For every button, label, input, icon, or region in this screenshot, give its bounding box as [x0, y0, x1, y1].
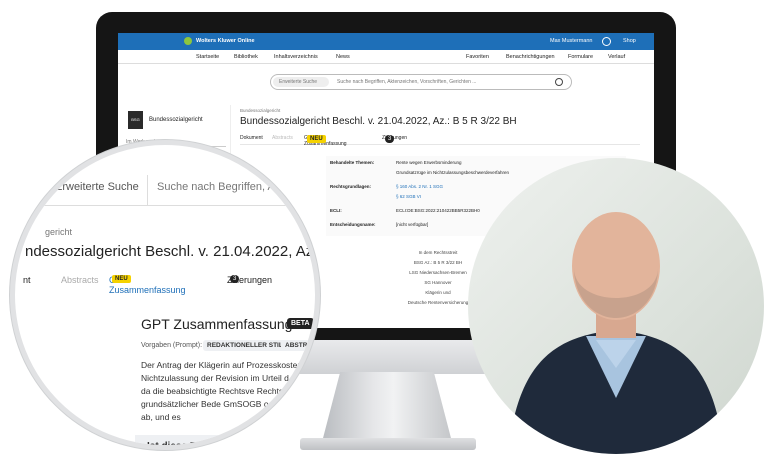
zoom-title: ndessozialgericht Beschl. v. 21.04.2022,…: [25, 243, 314, 260]
brand-name: Wolters Kluwer Online: [196, 38, 255, 44]
meta-legal-label: Rechtsgrundlagen:: [330, 184, 372, 189]
tab-abstracts[interactable]: Abstracts: [272, 135, 293, 141]
meta-decision-label: Entscheidungsname:: [330, 222, 376, 227]
zoom-gpt-title: GPT Zusammenfassung *: [141, 316, 302, 332]
breadcrumb[interactable]: Bundessozialgericht: [240, 108, 280, 113]
zoom-content: Erweiterte Suche Suche nach Begriffen, A…: [15, 145, 320, 445]
main-nav: Startseite Bibliothek Inhaltsverzeichnis…: [118, 50, 654, 64]
nav-news[interactable]: News: [336, 54, 350, 60]
user-avatar-icon[interactable]: [602, 37, 611, 46]
hero-composition: Wolters Kluwer Online Max Mustermann Sho…: [0, 0, 780, 470]
meta-ecli-value: ECLI:DE:BSG:2022:210422BB5R322BH0: [396, 208, 480, 213]
meta-topics-label: Behandelte Themen:: [330, 160, 375, 165]
meta-legal-2[interactable]: § 62 SGB VI: [396, 194, 421, 199]
user-name[interactable]: Max Mustermann: [550, 38, 593, 44]
meta-legal-1[interactable]: § 160 Abs. 2 Nr. 1 SGG: [396, 184, 443, 189]
search-bar[interactable]: Erweiterte Suche Suche nach Begriffen, A…: [270, 74, 572, 90]
nav-startseite[interactable]: Startseite: [196, 54, 219, 60]
search-scope-select[interactable]: Erweiterte Suche: [273, 77, 329, 87]
nav-bibliothek[interactable]: Bibliothek: [234, 54, 258, 60]
tab-dokument[interactable]: Dokument: [240, 135, 263, 141]
zoom-divider: [147, 175, 148, 205]
meta-topic-1: Rente wegen Erwerbsminderung: [396, 160, 462, 165]
beta-badge: BETA: [287, 318, 314, 329]
doc-tabs: Dokument Abstracts GPT ZusammenfassungNE…: [240, 135, 640, 147]
zoom-prompt-label: Vorgaben (Prompt):: [141, 342, 203, 349]
search-input[interactable]: Suche nach Begriffen, Aktenzeichen, Vors…: [337, 79, 476, 85]
zoom-tab-abstracts[interactable]: Abstracts: [61, 275, 99, 285]
page-title: Bundessozialgericht Beschl. v. 21.04.202…: [240, 116, 517, 127]
chip-redaktioneller-stil[interactable]: REDAKTIONELLER STIL: [203, 340, 287, 351]
shop-link[interactable]: Shop: [623, 38, 636, 44]
search-icon[interactable]: [555, 78, 563, 86]
citations-count-badge: 3: [385, 135, 395, 143]
zoom-search-border: [15, 205, 315, 206]
meta-decision-value: [nicht verfügbar]: [396, 222, 429, 227]
nav-inhaltsverzeichnis[interactable]: Inhaltsverzeichnis: [274, 54, 318, 60]
zoom-feedback-box: Ist diese Zu: [135, 435, 315, 445]
monitor-stand: [322, 372, 452, 442]
sidebar-title: Bundessozialgericht: [149, 117, 203, 123]
nav-favoriten[interactable]: Favoriten: [466, 54, 489, 60]
zoom-new-badge: NEU: [112, 275, 131, 283]
zoom-magnifier: Erweiterte Suche Suche nach Begriffen, A…: [10, 140, 320, 450]
chip-abstract[interactable]: ABSTRACT: [281, 340, 315, 351]
top-bar: Wolters Kluwer Online Max Mustermann Sho…: [118, 33, 654, 50]
monitor-foot: [300, 438, 476, 450]
brand-logo-icon: [184, 37, 192, 45]
zoom-search-input[interactable]: Suche nach Begriffen, Ak: [157, 181, 280, 193]
zoom-search-scope[interactable]: Erweiterte Suche: [55, 181, 139, 193]
person-illustration: [508, 212, 724, 454]
meta-ecli-label: ECLI:: [330, 208, 342, 213]
nav-benachrichtigungen[interactable]: Benachrichtigungen: [506, 54, 555, 60]
new-badge: NEU: [307, 135, 326, 143]
nav-verlauf[interactable]: Verlauf: [608, 54, 625, 60]
bsg-logo-icon: BSG: [128, 111, 143, 129]
zoom-summary-text: Der Antrag der Klägerin auf Prozesskoste…: [141, 360, 320, 422]
nav-formulare[interactable]: Formulare: [568, 54, 593, 60]
meta-topic-2: Grundsatzrüge im Nichtzulassungsbeschwer…: [396, 170, 510, 175]
portrait-photo: [468, 158, 764, 454]
zoom-tab-dokument[interactable]: nt: [23, 275, 31, 285]
zoom-breadcrumb: gericht: [45, 227, 73, 237]
